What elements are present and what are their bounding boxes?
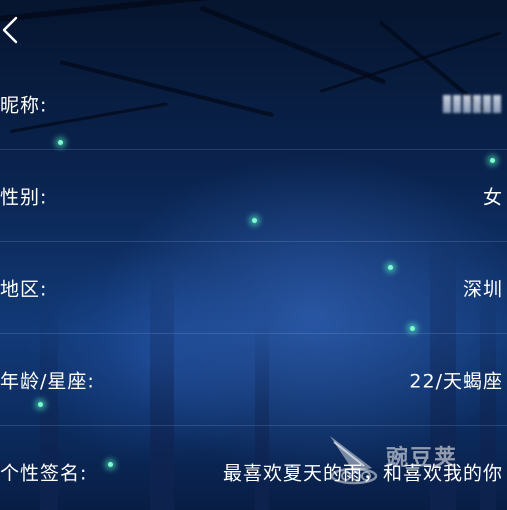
age-zodiac-value: 22/天蝎座 xyxy=(409,370,503,392)
gender-row[interactable]: 性别: 女 xyxy=(0,150,507,242)
nickname-label: 昵称: xyxy=(0,94,48,116)
chevron-left-icon xyxy=(2,16,18,44)
region-value: 深圳 xyxy=(462,278,503,300)
age-zodiac-label: 年龄/星座: xyxy=(0,370,95,392)
gender-value: 女 xyxy=(482,186,503,208)
signature-row[interactable]: 个性签名: 最喜欢夏天的雨，和喜欢我的你 xyxy=(0,426,507,510)
gender-label: 性别: xyxy=(0,186,48,208)
nickname-row[interactable]: 昵称: xyxy=(0,58,507,150)
back-button[interactable] xyxy=(0,10,30,50)
age-zodiac-row[interactable]: 年龄/星座: 22/天蝎座 xyxy=(0,334,507,426)
profile-info-list: 昵称: 性别: 女 地区: 深圳 年龄/星座: 22/天蝎座 个性签名: 最喜欢… xyxy=(0,58,507,510)
signature-label: 个性签名: xyxy=(0,462,88,484)
signature-value: 最喜欢夏天的雨，和喜欢我的你 xyxy=(222,462,503,484)
blurred-nickname xyxy=(443,94,501,113)
top-bar xyxy=(0,0,507,60)
region-row[interactable]: 地区: 深圳 xyxy=(0,242,507,334)
region-label: 地区: xyxy=(0,278,48,300)
